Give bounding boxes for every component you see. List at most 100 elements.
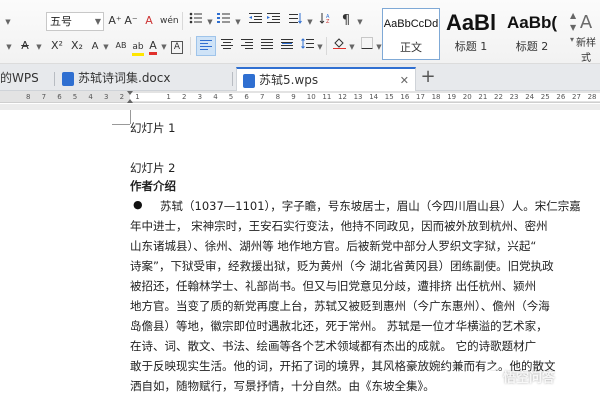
chevron-down-icon: ▼ [235, 18, 241, 26]
grow-font-icon: A⁺ [108, 14, 122, 27]
highlight-icon: ab [132, 41, 144, 56]
body-line: 苏轼（1037—1101），字子瞻，号东坡居士，眉山（今四川眉山县）人。宋仁宗嘉 [160, 199, 581, 213]
tab-divider [232, 72, 233, 86]
ruler-tick-label: 16 [400, 93, 410, 101]
char-border-button[interactable]: A [88, 36, 102, 56]
ruler-tick-label: 1 [135, 93, 140, 101]
close-icon[interactable]: ✕ [400, 69, 409, 92]
align-left-button[interactable] [196, 36, 216, 56]
horizontal-ruler[interactable]: 8 7 6 5 4 3 2 1 1 2 3 4 5 6 7 8 9 10 11 12 13 14 15 16 17 18 19 20 2… [0, 91, 600, 103]
numbered-list-icon [217, 13, 230, 23]
new-style-label: 新样式 [576, 38, 596, 64]
new-style-button[interactable]: A 新样式 [572, 12, 600, 64]
border-button[interactable] [358, 36, 376, 56]
font-size-dropdown[interactable]: 五号 ▼ [46, 12, 104, 31]
ruler-tick-label: 8 [26, 93, 31, 101]
tab-active-document[interactable]: 苏轼5.wps ✕ [236, 67, 416, 91]
char-shading-icon: AB [115, 41, 127, 50]
toolbar-divider [190, 37, 191, 55]
shading-dropdown[interactable]: ▼ [348, 36, 356, 56]
ruler-tick-label: 23 [509, 93, 519, 101]
body-line: 山东诸城县）、徐州、湖州等 地作地方官。后被新党中部分人罗织文字狱，兴起“ [130, 239, 537, 253]
body-line: 被招还，任翰林学士、礼部尚书。但又与旧党意见分歧，遭排挤 出任杭州、颍州 [130, 279, 537, 293]
sort-button[interactable]: AZ [318, 11, 334, 31]
ruler-tick-label: 27 [572, 93, 581, 101]
char-shading-button[interactable]: AB [112, 36, 130, 56]
tab-label: 苏轼诗词集.docx [78, 71, 171, 85]
line-spacing-dropdown[interactable]: ▼ [316, 36, 324, 56]
show-marks-button[interactable]: ¶ [338, 11, 354, 31]
document-page[interactable]: 幻灯片 1 幻灯片 2 作者介绍 ● 苏轼（1037—1101），字子瞻，号东坡… [0, 110, 600, 400]
numbered-list-button[interactable] [216, 11, 232, 31]
indent-marker[interactable] [127, 91, 133, 103]
chevron-down-icon: ▼ [36, 43, 42, 51]
pinyin-guide-button[interactable]: wén [160, 11, 179, 31]
ruler-tick-label: 4 [213, 93, 218, 101]
chevron-down-icon: ▼ [207, 18, 213, 26]
style-label: 标题 2 [515, 40, 549, 53]
show-marks-dropdown[interactable]: ▼ [356, 11, 364, 31]
paint-bucket-icon [332, 38, 346, 50]
decrease-indent-button[interactable] [248, 11, 264, 31]
font-color-icon: A [149, 40, 157, 55]
line-spacing-button[interactable] [298, 36, 316, 56]
watermark-text: 悟空问答 [503, 371, 556, 386]
ruler-tick-label: 21 [478, 93, 488, 101]
ruler-tick-label: 11 [322, 93, 332, 101]
new-tab-button[interactable]: + [418, 67, 438, 89]
align-center-button[interactable] [218, 36, 236, 56]
chevron-down-icon: ▼ [6, 43, 12, 51]
shrink-font-button[interactable]: A⁻ [124, 11, 138, 31]
superscript-button[interactable]: X² [48, 36, 66, 56]
plus-icon: + [420, 66, 436, 87]
style-heading-1[interactable]: AaBl 标题 1 [442, 8, 500, 60]
body-line: 岛儋县）等地，徽宗即位时遇赦北还，死于常州。 苏轼是一位才华横溢的艺术家， [130, 319, 548, 333]
ruler-tick-label: 6 [244, 93, 249, 101]
chevron-down-icon: ▼ [317, 43, 323, 51]
align-right-button[interactable] [238, 36, 256, 56]
shading-button[interactable] [330, 36, 348, 56]
ruler-tick-label: 7 [41, 93, 47, 101]
highlight-button[interactable]: ab [130, 36, 146, 56]
chinese-layout-dropdown[interactable]: ▼ [306, 11, 314, 31]
numbered-list-dropdown[interactable]: ▼ [234, 11, 242, 31]
font-color-button[interactable]: A [146, 36, 160, 56]
style-heading-2[interactable]: AaBb( 标题 2 [502, 8, 562, 60]
bullet-list-dropdown[interactable]: ▼ [206, 11, 214, 31]
strikethrough-button[interactable]: A [18, 36, 32, 56]
ruler-tick-label: 5 [228, 93, 234, 101]
font-color-dropdown[interactable]: ▼ [160, 36, 168, 56]
clear-format-button[interactable]: A [142, 11, 156, 31]
ruler-tick-label: 18 [431, 93, 441, 101]
char-border-dropdown[interactable]: ▼ [102, 36, 110, 56]
chevron-down-icon: ▼ [376, 43, 382, 51]
chinese-layout-button[interactable] [288, 11, 304, 31]
ruler-tick-label: 25 [540, 93, 550, 101]
align-right-icon [241, 39, 253, 49]
tab-home[interactable]: 的WPS [0, 67, 52, 91]
tab-document[interactable]: 苏轼诗词集.docx [56, 67, 228, 91]
ruler-tick-label: 13 [353, 93, 363, 101]
justify-button[interactable] [258, 36, 276, 56]
grow-font-button[interactable]: A⁺ [108, 11, 122, 31]
toolbar-divider [326, 37, 327, 55]
clear-format-icon: A [145, 14, 153, 27]
bullet-list-icon [189, 12, 202, 24]
distribute-button[interactable] [278, 36, 296, 56]
slide-heading-2: 幻灯片 2 [130, 161, 176, 175]
char-box-button[interactable]: A [170, 36, 184, 56]
underline-dropdown[interactable]: ▼ [4, 36, 14, 56]
ruler-tick-label: 12 [338, 93, 347, 101]
corner-mark [112, 124, 130, 125]
ruler-tick-label: 15 [384, 93, 394, 101]
increase-indent-button[interactable] [266, 11, 282, 31]
font-name-dropdown-caret[interactable]: ▼ [2, 11, 14, 31]
subscript-button[interactable]: X₂ [68, 36, 86, 56]
pilcrow-icon: ¶ [341, 13, 351, 28]
bullet-list-button[interactable] [188, 11, 204, 31]
sort-icon: AZ [319, 13, 330, 25]
strikethrough-dropdown[interactable]: ▼ [34, 36, 44, 56]
body-line: 年中进士， 宋神宗时，王安石实行变法，他持不同政见，因而被外放到杭州、密州 [130, 219, 548, 233]
style-normal[interactable]: AaBbCcDd 正文 [382, 8, 440, 60]
chevron-down-icon: ▼ [161, 43, 167, 51]
